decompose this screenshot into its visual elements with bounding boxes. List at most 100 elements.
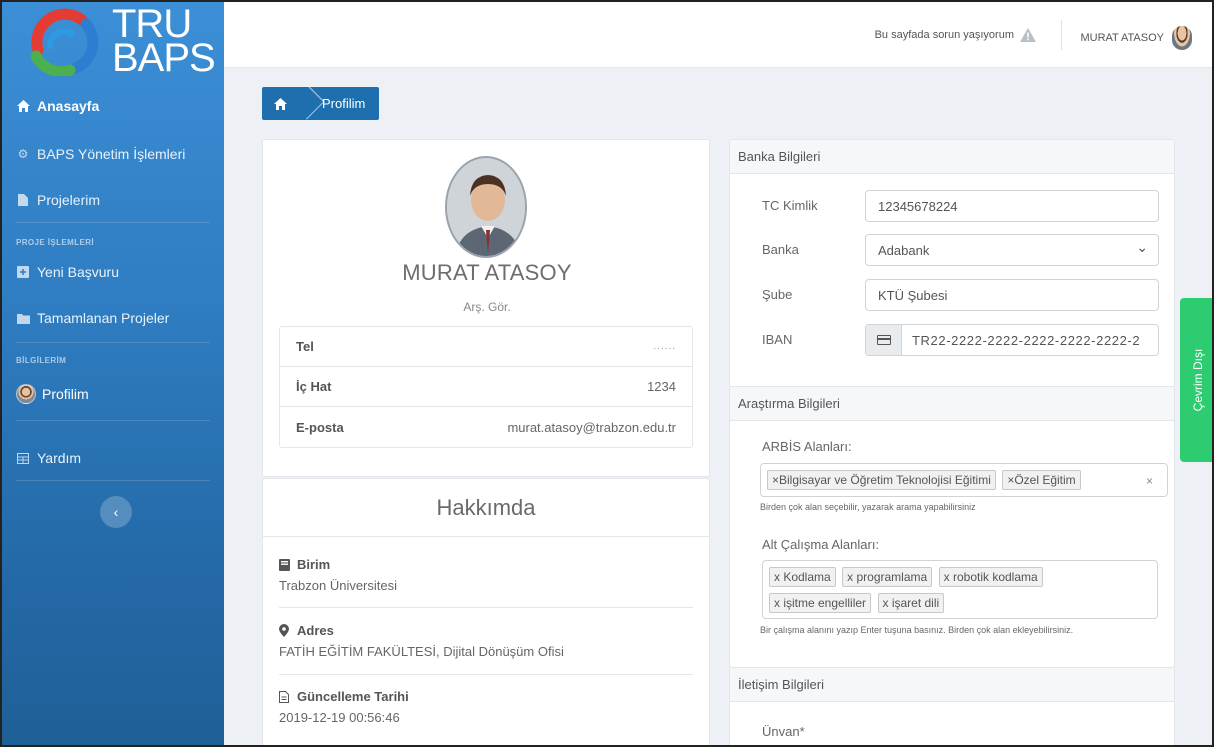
info-value: murat.atasoy@trabzon.edu.tr bbox=[507, 419, 676, 435]
tag-chip[interactable]: x işitme engelliler bbox=[769, 593, 872, 613]
topbar-divider bbox=[1061, 20, 1062, 50]
tc-row: TC Kimlik 12345678224 bbox=[730, 190, 1176, 222]
document-icon bbox=[279, 690, 291, 703]
sidebar-item-label: Tamamlanan Projeler bbox=[37, 310, 170, 326]
tag-chip[interactable]: ×Bilgisayar ve Öğretim Teknolojisi Eğiti… bbox=[767, 470, 996, 490]
brand-logo[interactable]: TRU BAPS bbox=[2, 2, 224, 80]
title-label: Ünvan* bbox=[762, 724, 805, 739]
tc-label: TC Kimlik bbox=[762, 198, 818, 213]
clear-icon[interactable]: × bbox=[1146, 474, 1153, 488]
iban-label: IBAN bbox=[762, 332, 793, 347]
sidebar-item-label: Yeni Başvuru bbox=[37, 264, 119, 280]
bank-info-card: Banka Bilgileri TC Kimlik 12345678224 Ba… bbox=[729, 139, 1175, 387]
user-menu[interactable]: MURAT ATASOY bbox=[1080, 26, 1192, 50]
info-key: Tel bbox=[296, 339, 314, 354]
sub-areas-label: Alt Çalışma Alanları: bbox=[762, 537, 880, 552]
offline-status-tab[interactable]: Çevrim Dışı bbox=[1180, 298, 1212, 462]
tag-chip[interactable]: x Kodlama bbox=[769, 567, 836, 587]
research-info-heading: Araştırma Bilgileri bbox=[730, 387, 1174, 421]
sidebar-divider bbox=[16, 420, 210, 421]
branch-row: Şube KTÜ Şubesi bbox=[730, 279, 1176, 311]
sidebar-item-label: Projelerim bbox=[37, 192, 101, 208]
logo-ring-icon bbox=[24, 6, 106, 77]
info-row-email: E-posta murat.atasoy@trabzon.edu.tr bbox=[280, 407, 692, 447]
tc-input[interactable]: 12345678224 bbox=[865, 190, 1159, 222]
sidebar-item-home[interactable]: Anasayfa bbox=[2, 86, 224, 126]
bank-select[interactable]: Adabank bbox=[865, 234, 1159, 266]
about-value: 2019-12-19 00:56:46 bbox=[279, 710, 400, 725]
iban-input[interactable]: TR22-2222-2222-2222-2222-2222-2 bbox=[865, 324, 1159, 356]
sidebar-item-help[interactable]: Yardım bbox=[2, 438, 224, 478]
about-card: Hakkımda Birim Trabzon Üniversitesi Adre… bbox=[262, 478, 710, 745]
folder-icon bbox=[16, 311, 30, 325]
sidebar-item-label: Profilim bbox=[42, 386, 89, 402]
info-key: İç Hat bbox=[296, 379, 332, 394]
report-issue-link[interactable]: Bu sayfada sorun yaşıyorum bbox=[875, 28, 1036, 42]
sub-areas-hint: Bir çalışma alanını yazıp Enter tuşuna b… bbox=[760, 625, 1074, 635]
info-key: E-posta bbox=[296, 419, 344, 435]
sidebar-divider bbox=[16, 222, 210, 223]
topbar: Bu sayfada sorun yaşıyorum MURAT ATASOY bbox=[224, 2, 1212, 68]
iban-value: TR22-2222-2222-2222-2222-2222-2 bbox=[912, 332, 1141, 348]
about-key: Adres bbox=[297, 623, 334, 638]
bank-row: Banka Adabank bbox=[730, 234, 1176, 266]
sidebar-item-profile[interactable]: Profilim bbox=[2, 374, 224, 414]
report-issue-label: Bu sayfada sorun yaşıyorum bbox=[874, 29, 1014, 41]
research-info-card: Araştırma Bilgileri ARBİS Alanları: ×Bil… bbox=[729, 386, 1175, 668]
iban-addon bbox=[866, 325, 902, 355]
plus-square-icon bbox=[16, 265, 30, 279]
book-icon bbox=[279, 558, 291, 571]
profile-info-table: Tel ...... İç Hat 1234 E-posta murat.ata… bbox=[279, 326, 693, 448]
profile-card: MURAT ATASOY Arş. Gör. Tel ...... İç Hat… bbox=[262, 139, 710, 477]
about-divider bbox=[279, 674, 693, 675]
tag-chip[interactable]: x programlama bbox=[842, 567, 933, 587]
offline-label: Çevrim Dışı bbox=[1191, 348, 1205, 412]
about-value: Trabzon Üniversitesi bbox=[279, 578, 398, 593]
profile-name: MURAT ATASOY bbox=[402, 260, 572, 285]
brand-line2: BAPS bbox=[112, 36, 216, 80]
profile-photo bbox=[445, 156, 527, 258]
about-key: Birim bbox=[297, 557, 331, 572]
sidebar-divider bbox=[16, 342, 210, 343]
sidebar-collapse-button[interactable]: ‹ bbox=[100, 496, 132, 528]
credit-card-icon bbox=[876, 335, 891, 345]
about-divider bbox=[279, 607, 693, 608]
sub-areas-input[interactable]: x Kodlama x programlama x robotik kodlam… bbox=[762, 560, 1158, 619]
tag-chip[interactable]: ×Özel Eğitim bbox=[1002, 470, 1081, 490]
about-value: FATİH EĞİTİM FAKÜLTESİ, Dijital Dönüşüm … bbox=[279, 644, 564, 659]
arbis-select[interactable]: ×Bilgisayar ve Öğretim Teknolojisi Eğiti… bbox=[760, 463, 1168, 497]
info-row-extension: İç Hat 1234 bbox=[280, 367, 692, 407]
sidebar-item-new-application[interactable]: Yeni Başvuru bbox=[2, 252, 224, 292]
sidebar-item-baps-management[interactable]: ⚙ BAPS Yönetim İşlemleri bbox=[2, 134, 224, 174]
contact-info-card: İletişim Bilgileri Ünvan* bbox=[729, 667, 1175, 745]
sidebar-item-completed-projects[interactable]: Tamamlanan Projeler bbox=[2, 298, 224, 338]
file-icon bbox=[16, 193, 30, 207]
sidebar: TRU BAPS Anasayfa ⚙ BAPS Yönetim İşlemle… bbox=[2, 2, 224, 745]
breadcrumb: Profilim bbox=[262, 87, 380, 120]
about-item-unit: Birim Trabzon Üniversitesi bbox=[279, 557, 693, 593]
branch-input[interactable]: KTÜ Şubesi bbox=[865, 279, 1159, 311]
tag-chip[interactable]: x robotik kodlama bbox=[938, 567, 1043, 587]
breadcrumb-separator bbox=[298, 87, 312, 120]
app-window: TRU BAPS Anasayfa ⚙ BAPS Yönetim İşlemle… bbox=[0, 0, 1214, 747]
sidebar-header-projects: PROJE İŞLEMLERİ bbox=[16, 238, 95, 247]
sidebar-item-label: Yardım bbox=[37, 450, 82, 466]
info-row-phone: Tel ...... bbox=[280, 327, 692, 367]
cogs-icon: ⚙ bbox=[17, 147, 29, 161]
profile-title: Arş. Gör. bbox=[463, 300, 511, 314]
home-icon bbox=[273, 97, 287, 110]
branch-label: Şube bbox=[762, 287, 793, 302]
arbis-label: ARBİS Alanları: bbox=[762, 439, 852, 454]
table-icon bbox=[16, 451, 30, 465]
about-item-updated: Güncelleme Tarihi 2019-12-19 00:56:46 bbox=[279, 689, 693, 725]
contact-info-heading: İletişim Bilgileri bbox=[730, 668, 1174, 702]
sidebar-item-my-projects[interactable]: Projelerim bbox=[2, 180, 224, 220]
bank-label: Banka bbox=[762, 242, 799, 257]
brand-name: TRU BAPS bbox=[112, 4, 216, 80]
tag-chip[interactable]: x işaret dili bbox=[877, 593, 945, 613]
sidebar-header-info: BİLGİLERİM bbox=[16, 356, 67, 365]
sidebar-divider bbox=[16, 480, 210, 481]
sidebar-item-label: BAPS Yönetim İşlemleri bbox=[37, 146, 186, 162]
avatar bbox=[1172, 26, 1192, 50]
bank-info-heading: Banka Bilgileri bbox=[730, 140, 1174, 174]
